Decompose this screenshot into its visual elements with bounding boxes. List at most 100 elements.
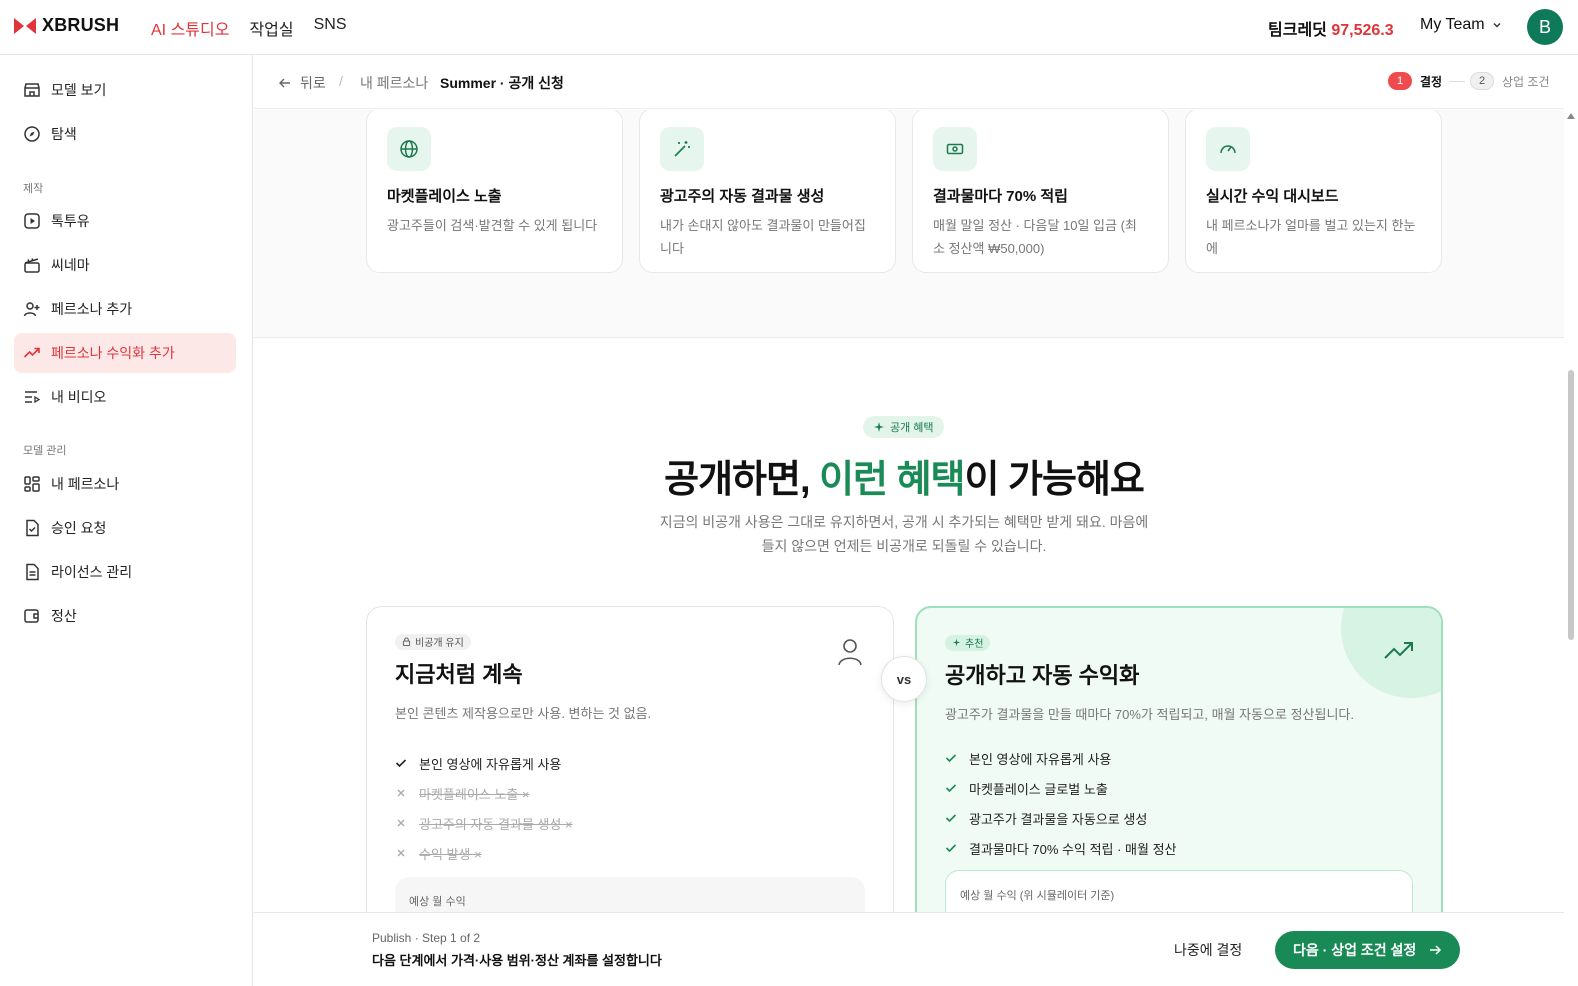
banknote-icon	[933, 127, 977, 171]
nav-workroom[interactable]: 작업실	[249, 16, 293, 40]
option-card-publish[interactable]: 추천 공개하고 자동 수익화 광고주가 결과물을 만들 때마다 70%가 적립되…	[915, 606, 1443, 912]
decide-later-button[interactable]: 나중에 결정	[1174, 940, 1242, 960]
feature-card-earnings: 결과물마다 70% 적립 매월 말일 정산 · 다음달 10일 입금 (최소 정…	[912, 110, 1169, 273]
sidebar-item-my-persona[interactable]: 내 페르소나	[14, 464, 236, 504]
sidebar-item-approval-requests[interactable]: 승인 요청	[14, 508, 236, 548]
x-icon	[397, 849, 405, 857]
step-number: 2	[1470, 72, 1494, 90]
next-button-label: 다음 · 상업 조건 설정	[1293, 942, 1417, 958]
list-item: 마켓플레이스 노출 ×	[395, 778, 865, 808]
vs-badge: vs	[881, 656, 927, 702]
list-item-text: 결과물마다 70% 수익 적립 · 매월 정산	[969, 841, 1177, 857]
breadcrumb: 뒤로 / 내 페르소나 Summer · 공개 신청 1 결정 2 상업 조건	[254, 55, 1564, 109]
arrow-right-icon	[1430, 945, 1442, 955]
scroll-up-arrow-icon[interactable]	[1567, 113, 1575, 119]
footer-message: 다음 단계에서 가격·사용 범위·정산 계좌를 설정합니다	[372, 953, 662, 968]
sidebar-item-license[interactable]: 라이선스 관리	[14, 552, 236, 592]
feature-title: 결과물마다 70% 적립	[933, 188, 1068, 205]
sidebar-item-label: 톡투유	[51, 213, 90, 229]
feature-desc: 내가 손대지 않아도 결과물이 만들어집니다	[660, 218, 866, 256]
list-item-text: 광고주의 자동 결과물 생성 ×	[419, 816, 573, 832]
team-selector[interactable]: My Team	[1420, 16, 1503, 34]
grid-icon	[24, 476, 40, 492]
option-feature-list: 본인 영상에 자유롭게 사용 마켓플레이스 글로벌 노출 광고주가 결과물을 자…	[945, 743, 1413, 863]
list-item: 수익 발생 ×	[395, 838, 865, 868]
sidebar-item-label: 페르소나 수익화 추가	[51, 345, 175, 361]
wallet-icon	[24, 609, 39, 623]
list-item-text: 본인 영상에 자유롭게 사용	[419, 756, 562, 772]
list-item: 결과물마다 70% 수익 적립 · 매월 정산	[945, 833, 1413, 863]
option-desc: 광고주가 결과물을 만들 때마다 70%가 적립되고, 매월 자동으로 정산됩니…	[945, 707, 1354, 722]
sidebar-item-cinema[interactable]: 씨네마	[14, 245, 236, 285]
team-name: My Team	[1420, 16, 1485, 33]
next-step-button[interactable]: 다음 · 상업 조건 설정	[1275, 931, 1461, 969]
feature-section: 마켓플레이스 노출 광고주들이 검색·발견할 수 있게 됩니다 광고주의 자동 …	[254, 110, 1564, 338]
sidebar-item-label: 내 페르소나	[51, 476, 120, 492]
sparkles-icon	[952, 638, 961, 647]
feature-title: 광고주의 자동 결과물 생성	[660, 188, 825, 205]
sidebar-item-label: 라이선스 관리	[51, 564, 133, 580]
tag-label: 추천	[965, 639, 984, 650]
trend-icon	[23, 347, 40, 358]
file-text-icon	[26, 563, 39, 581]
list-item-text: 광고주가 결과물을 자동으로 생성	[969, 811, 1148, 827]
breadcrumb-parent[interactable]: 내 페르소나	[360, 73, 428, 93]
feature-desc: 매월 말일 정산 · 다음달 10일 입금 (최소 정산액 ₩50,000)	[933, 218, 1137, 256]
top-nav: AI 스튜디오 작업실 SNS	[151, 16, 347, 40]
avatar[interactable]: B	[1527, 9, 1563, 45]
x-icon	[397, 819, 405, 827]
list-video-icon	[25, 391, 41, 404]
option-card-keep-private[interactable]: 비공개 유지 지금처럼 계속 본인 콘텐츠 제작용으로만 사용. 변하는 것 없…	[366, 606, 894, 912]
list-item: 마켓플레이스 글로벌 노출	[945, 773, 1413, 803]
back-button[interactable]: 뒤로	[278, 73, 326, 93]
step-indicator-2: 2 상업 조건	[1470, 72, 1550, 90]
list-item: 본인 영상에 자유롭게 사용	[945, 743, 1413, 773]
clapper-icon	[24, 258, 40, 273]
store-icon	[24, 83, 40, 97]
feature-card-dashboard: 실시간 수익 대시보드 내 페르소나가 얼마를 벌고 있는지 한눈에	[1185, 110, 1442, 273]
sidebar-item-explore[interactable]: 탐색	[14, 114, 236, 154]
option-title: 공개하고 자동 수익화	[945, 663, 1140, 688]
footer-caption: Publish · Step 1 of 2	[372, 931, 481, 945]
benefits-pill: 공개 혜택	[863, 416, 944, 438]
sidebar-item-models[interactable]: 모델 보기	[14, 70, 236, 110]
estimate-box: 예상 월 수익 (위 시뮬레이터 기준)	[945, 870, 1413, 912]
credit-label: 팀크레딧	[1268, 22, 1327, 39]
sidebar-item-persona-monetize[interactable]: 페르소나 수익화 추가	[14, 333, 236, 373]
bowtie-logo-icon	[14, 17, 36, 34]
x-icon	[397, 789, 405, 797]
section-label-make: 제작	[23, 183, 44, 195]
list-item: 광고주의 자동 결과물 생성 ×	[395, 808, 865, 838]
benefits-headline: 공개하면, 이런 혜택이 가능해요	[254, 448, 1554, 503]
sidebar-item-settlement[interactable]: 정산	[14, 596, 236, 636]
lock-icon	[402, 637, 411, 646]
list-item-text: 마켓플레이스 글로벌 노출	[969, 781, 1108, 797]
feature-card-marketplace: 마켓플레이스 노출 광고주들이 검색·발견할 수 있게 됩니다	[366, 110, 623, 273]
option-feature-list: 본인 영상에 자유롭게 사용 마켓플레이스 노출 × 광고주의 자동 결과물 생…	[395, 748, 865, 868]
check-icon	[945, 784, 957, 793]
back-label: 뒤로	[300, 75, 326, 91]
check-icon	[945, 814, 957, 823]
brand-logo[interactable]: XBRUSH	[14, 15, 119, 36]
pill-label: 공개 혜택	[890, 422, 934, 434]
sidebar-item-label: 탐색	[51, 126, 77, 142]
list-item: 광고주가 결과물을 자동으로 생성	[945, 803, 1413, 833]
check-icon	[395, 759, 407, 768]
benefits-subtitle: 지금의 비공개 사용은 그대로 유지하면서, 공개 시 추가되는 혜택만 받게 …	[659, 514, 1149, 554]
file-check-icon	[26, 519, 39, 537]
breadcrumb-separator: /	[339, 73, 343, 89]
headline-part: 이 가능해요	[964, 459, 1145, 501]
sidebar-item-talk-to-you[interactable]: 톡투유	[14, 201, 236, 241]
nav-ai-studio[interactable]: AI 스튜디오	[151, 16, 229, 40]
section-label-model-management: 모델 관리	[23, 445, 67, 457]
step-indicator-1: 1 결정	[1388, 72, 1442, 90]
sidebar-item-my-videos[interactable]: 내 비디오	[14, 377, 236, 417]
sidebar-item-add-persona[interactable]: 페르소나 추가	[14, 289, 236, 329]
user-icon	[838, 639, 862, 666]
check-icon	[945, 754, 957, 763]
scrollbar[interactable]	[1564, 110, 1578, 912]
nav-sns[interactable]: SNS	[314, 16, 347, 40]
main-content: 마켓플레이스 노출 광고주들이 검색·발견할 수 있게 됩니다 광고주의 자동 …	[254, 110, 1564, 912]
option-desc: 본인 콘텐츠 제작용으로만 사용. 변하는 것 없음.	[395, 706, 652, 721]
scrollbar-thumb[interactable]	[1568, 370, 1574, 640]
